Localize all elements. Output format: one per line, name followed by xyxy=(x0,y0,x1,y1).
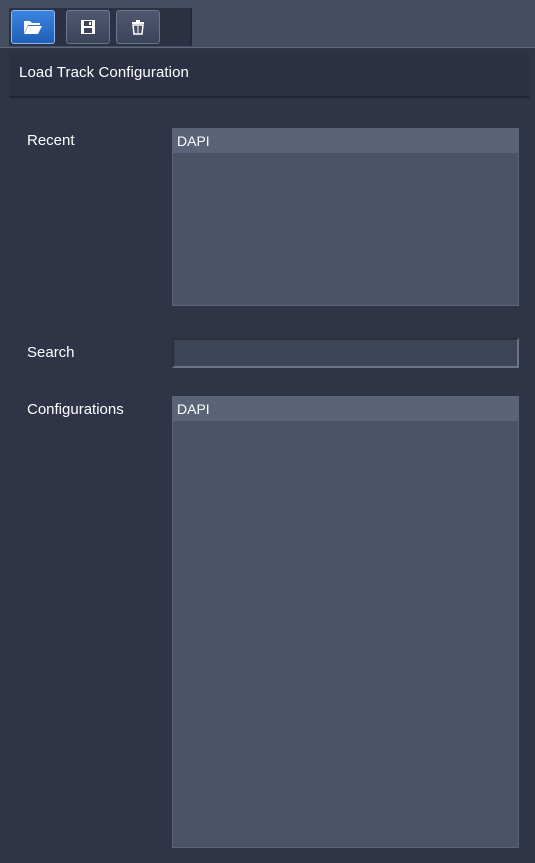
trash-icon xyxy=(130,19,146,35)
recent-label: Recent xyxy=(27,132,75,149)
configurations-list[interactable]: DAPI xyxy=(172,396,519,848)
configurations-label: Configurations xyxy=(27,401,124,418)
recent-list[interactable]: DAPI xyxy=(172,128,519,306)
toolbar-separator xyxy=(190,8,192,46)
save-button[interactable] xyxy=(66,10,110,44)
search-label: Search xyxy=(27,344,75,361)
folder-open-icon xyxy=(23,19,43,35)
search-input[interactable] xyxy=(172,338,519,368)
panel-title: Load Track Configuration xyxy=(19,64,189,81)
save-icon xyxy=(80,19,96,35)
toolbar xyxy=(0,0,535,48)
load-track-configuration-window: Load Track Configuration Recent DAPI Sea… xyxy=(0,0,535,863)
configurations-list-item[interactable]: DAPI xyxy=(173,397,518,421)
delete-button[interactable] xyxy=(116,10,160,44)
recent-list-item[interactable]: DAPI xyxy=(173,129,518,153)
configuration-panel: Recent DAPI Search Configurations DAPI xyxy=(9,100,529,863)
panel-header: Load Track Configuration xyxy=(9,52,529,98)
open-button[interactable] xyxy=(11,10,55,44)
